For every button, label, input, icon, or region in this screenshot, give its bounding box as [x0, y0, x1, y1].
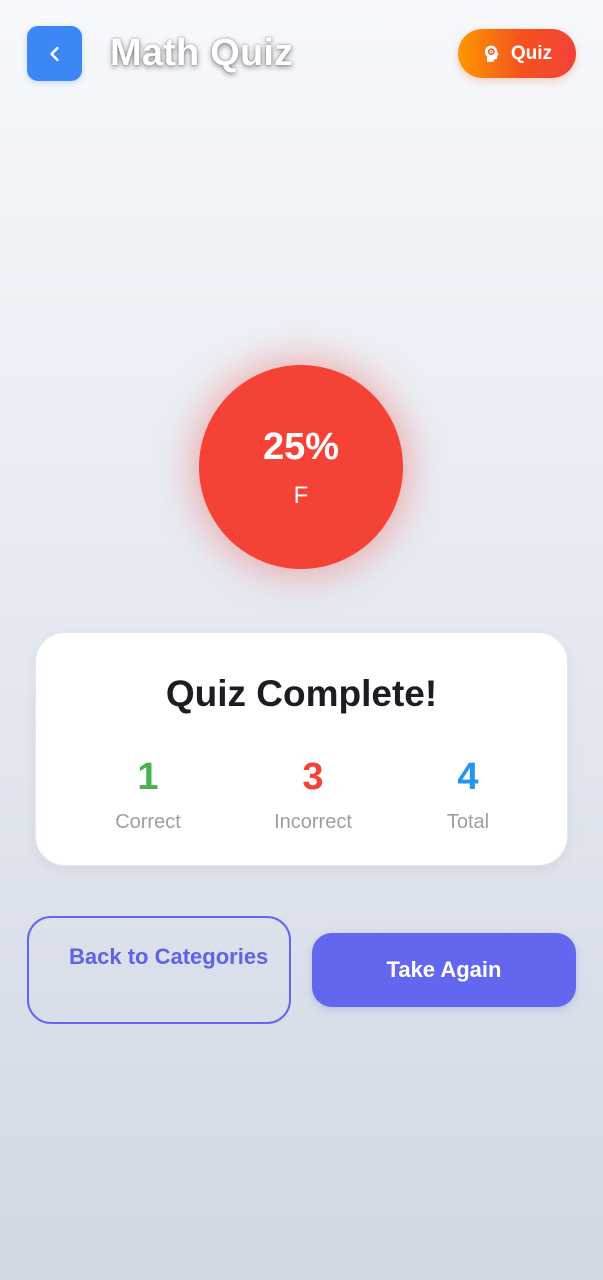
stat-incorrect-value: 3 [302, 756, 324, 798]
take-again-button[interactable]: Take Again [312, 933, 576, 1007]
results-title: Quiz Complete! [165, 673, 438, 714]
stat-correct-value: 1 [137, 756, 159, 798]
chevron-left-icon [45, 44, 65, 64]
stat-total-label: Total [446, 811, 490, 833]
score-percent: 25% [262, 426, 340, 468]
stat-correct: 1 Correct [68, 757, 228, 834]
results-card: Quiz Complete! 1 Correct 3 Incorrect 4 T… [35, 632, 568, 866]
stat-incorrect-label: Incorrect [274, 811, 352, 833]
score-circle: 25% F [199, 365, 403, 569]
brain-head-icon [482, 44, 502, 64]
stat-total: 4 Total [388, 757, 548, 834]
quiz-badge[interactable]: Quiz [458, 29, 576, 78]
stat-total-value: 4 [457, 756, 479, 798]
back-button[interactable] [27, 26, 82, 81]
stat-incorrect: 3 Incorrect [233, 757, 393, 834]
score-grade: F [293, 482, 309, 509]
back-to-categories-button[interactable]: Back to Categories [27, 916, 291, 1024]
page-title: Math Quiz [110, 32, 294, 74]
stat-correct-label: Correct [115, 811, 181, 833]
quiz-badge-label: Quiz [510, 42, 553, 64]
